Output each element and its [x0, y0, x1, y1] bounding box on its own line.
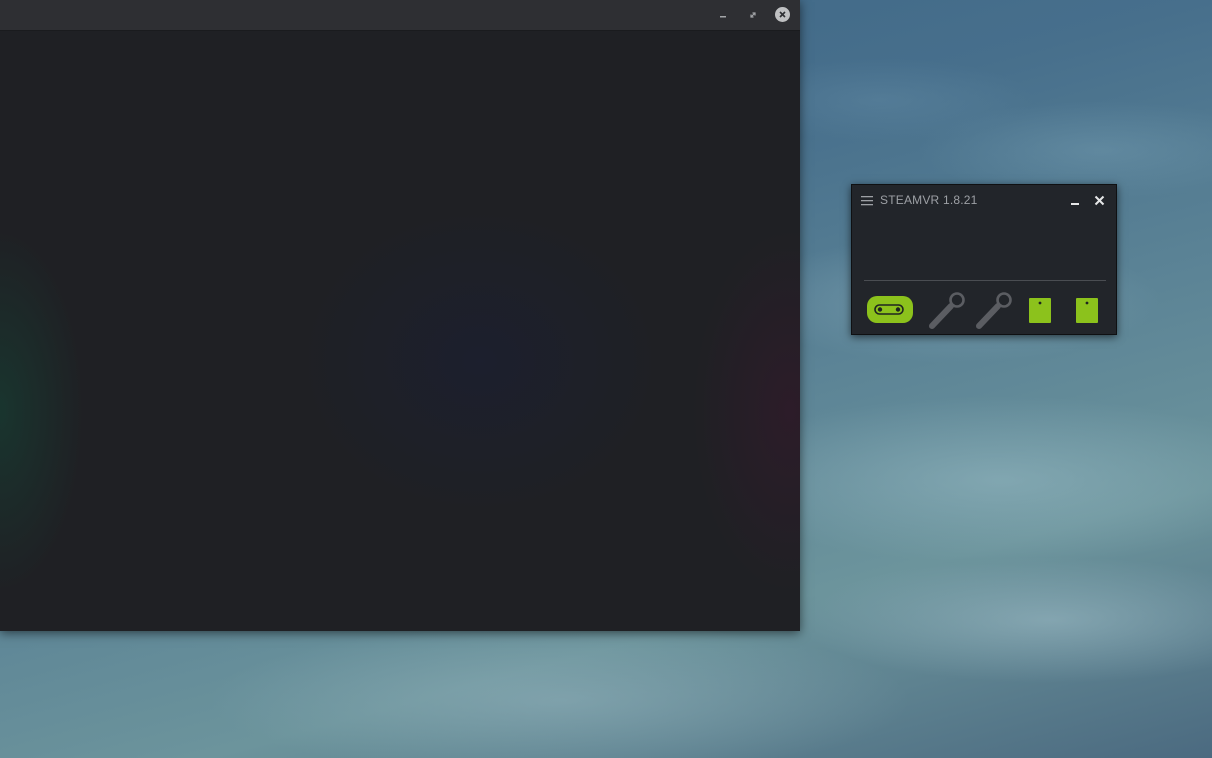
controller-icon[interactable] — [971, 290, 1019, 330]
main-window-titlebar[interactable] — [0, 0, 800, 31]
main-window-content — [0, 31, 800, 631]
close-button[interactable] — [775, 7, 790, 22]
device-status-row — [852, 290, 1116, 330]
minimize-icon — [720, 16, 726, 18]
divider — [864, 280, 1106, 281]
close-icon[interactable] — [1093, 194, 1106, 207]
desktop-background: STEAMVR 1.8.21 — [0, 0, 1212, 758]
maximize-button[interactable] — [745, 7, 761, 23]
minimize-icon[interactable] — [1068, 195, 1082, 207]
minimize-button[interactable] — [715, 7, 731, 23]
controller-icon[interactable] — [924, 290, 972, 330]
steamvr-title: STEAMVR 1.8.21 — [880, 193, 978, 207]
main-window — [0, 0, 800, 631]
steamvr-status-window: STEAMVR 1.8.21 — [851, 184, 1117, 335]
base-station-icon[interactable] — [1062, 290, 1110, 330]
base-station-icon[interactable] — [1015, 290, 1063, 330]
maximize-icon — [750, 12, 756, 18]
close-icon — [779, 11, 786, 18]
menu-icon[interactable] — [860, 195, 874, 207]
headset-icon[interactable] — [865, 290, 913, 330]
